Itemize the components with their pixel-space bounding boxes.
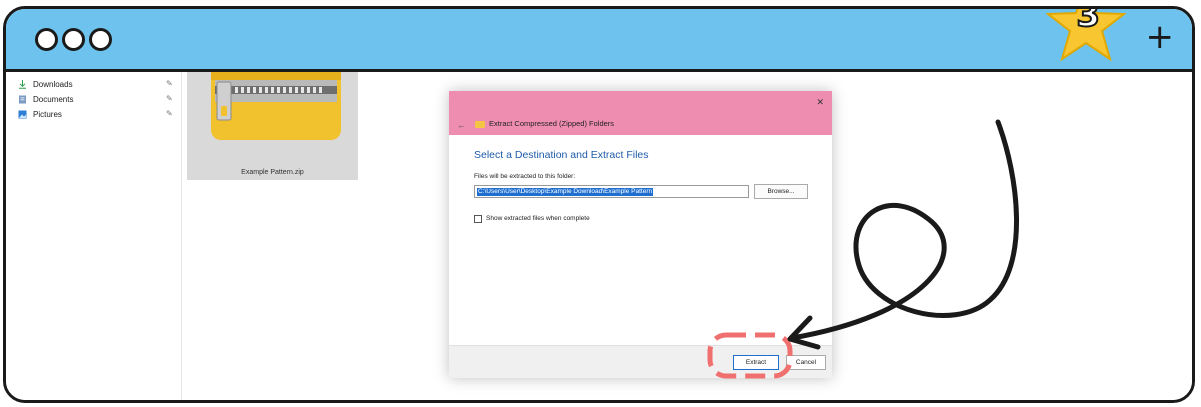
destination-path-input[interactable]: C:\Users\User\Desktop\Example Download\E… [474, 185, 749, 198]
pin-icon: ✎ [166, 109, 173, 118]
pictures-icon [18, 110, 27, 119]
window-dot-3[interactable] [89, 28, 112, 51]
title-bar: 3 + [6, 9, 1192, 72]
pin-icon: ✎ [166, 94, 173, 103]
folder-icon [475, 121, 485, 128]
sidebar-item-pictures[interactable]: Pictures [18, 107, 62, 121]
sidebar-item-documents[interactable]: Documents [18, 92, 73, 106]
sidebar-item-label: Documents [33, 94, 74, 104]
back-arrow-icon[interactable]: ← [457, 120, 466, 130]
cancel-button[interactable]: Cancel [786, 355, 826, 370]
step-number: 3 [1075, 6, 1101, 36]
extract-dialog: ← Extract Compressed (Zipped) Folders ✕ … [449, 91, 832, 378]
zip-file-name: Example Pattern.zip [241, 169, 304, 176]
dialog-footer: Extract Cancel [449, 345, 832, 378]
extract-button[interactable]: Extract [733, 355, 779, 370]
window-dot-1[interactable] [35, 28, 58, 51]
explorer-content: Downloads Documents Pictures ✎ ✎ ✎ Examp… [6, 72, 1192, 400]
destination-path-value: C:\Users\User\Desktop\Example Download\E… [477, 188, 654, 196]
browse-button[interactable]: Browse... [754, 184, 808, 199]
show-files-label: Show extracted files when complete [486, 215, 590, 222]
sidebar-item-downloads[interactable]: Downloads [18, 77, 73, 91]
zip-file-item[interactable]: Example Pattern.zip [187, 72, 358, 180]
window-dot-2[interactable] [62, 28, 85, 51]
dialog-heading: Select a Destination and Extract Files [474, 149, 649, 161]
close-icon[interactable]: ✕ [816, 97, 824, 108]
download-icon [18, 79, 27, 89]
dialog-title: Extract Compressed (Zipped) Folders [489, 119, 615, 128]
sidebar: Downloads Documents Pictures ✎ ✎ ✎ [6, 72, 182, 400]
sidebar-item-label: Pictures [33, 109, 62, 119]
dialog-header: ← Extract Compressed (Zipped) Folders ✕ [449, 91, 832, 135]
new-tab-button[interactable]: + [1146, 15, 1175, 59]
show-files-checkbox[interactable] [474, 215, 482, 223]
sidebar-item-label: Downloads [33, 79, 73, 89]
destination-label: Files will be extracted to this folder: [474, 173, 576, 180]
zip-folder-icon [211, 72, 341, 140]
browser-frame: 3 + Downloads Documents Pictures ✎ ✎ ✎ E… [3, 6, 1195, 403]
pin-icon: ✎ [166, 79, 173, 88]
document-icon [18, 95, 27, 104]
